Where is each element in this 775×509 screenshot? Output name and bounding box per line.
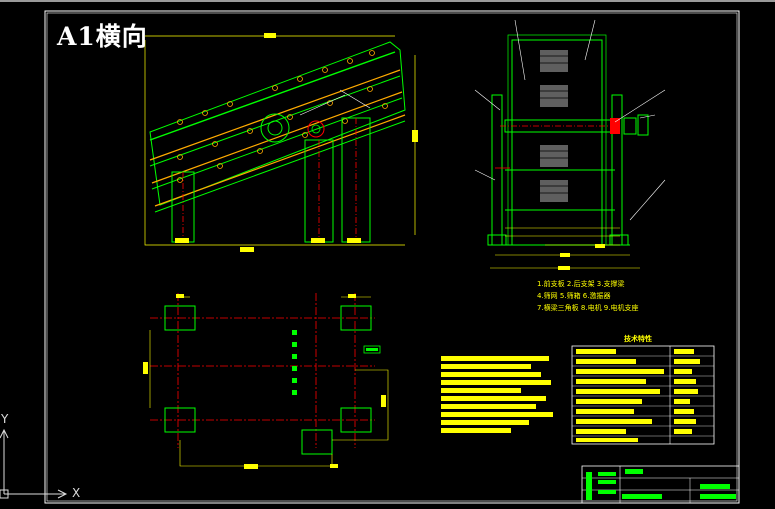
ucs-icon: [0, 428, 68, 499]
drawing-border-inner: [46, 12, 738, 502]
title-block: [581, 465, 740, 504]
technical-notes: [441, 356, 553, 433]
parts-legend-line-3: 7.横梁三角板 8.电机 9.电机支座: [537, 304, 639, 312]
parts-legend-line-2: 4.筛网 5.筛箱 6.激振器: [537, 292, 611, 300]
tech-table-title: 技术特性: [624, 335, 652, 343]
cad-drawing-canvas[interactable]: [0, 0, 775, 509]
parts-legend-line-1: 1.前支板 2.后支架 3.支撑梁: [537, 280, 625, 288]
end-view: [474, 19, 666, 270]
drawing-border-outer: [44, 10, 740, 504]
side-view: [144, 33, 418, 252]
foundation-plan: [143, 293, 389, 469]
ucs-x-label: X: [72, 486, 81, 500]
tech-spec-table: [571, 345, 715, 445]
sheet-title: A1横向: [57, 22, 148, 51]
ucs-y-label: Y: [1, 412, 9, 426]
